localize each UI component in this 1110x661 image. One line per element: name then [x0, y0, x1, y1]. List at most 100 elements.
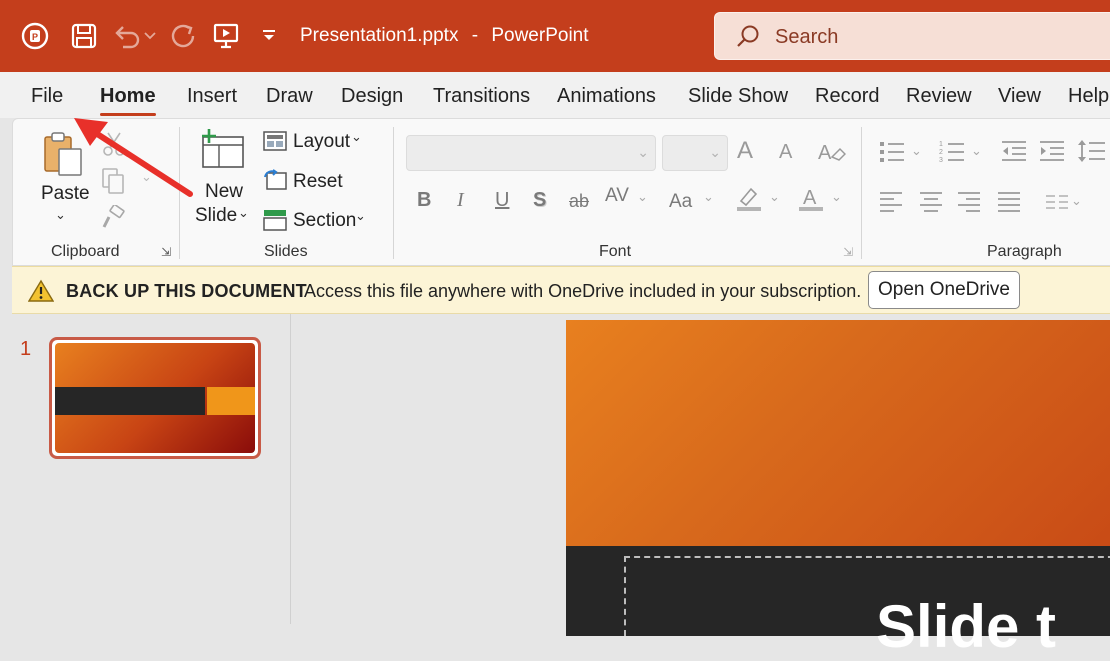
- highlight-color-icon[interactable]: [735, 185, 763, 218]
- save-icon[interactable]: [69, 20, 99, 52]
- svg-text:A: A: [818, 142, 832, 164]
- bullets-icon[interactable]: [879, 139, 905, 168]
- svg-text:1: 1: [939, 141, 943, 148]
- slide-number: 1: [20, 338, 32, 360]
- paragraph-group-label: Paragraph: [987, 243, 1062, 260]
- layout-icon[interactable]: [263, 131, 287, 156]
- tab-file[interactable]: File: [31, 85, 63, 108]
- thumbnail-preview: [55, 343, 255, 453]
- align-left-icon[interactable]: [879, 191, 903, 218]
- chevron-down-icon: ⌄: [637, 144, 649, 160]
- slide-top-background: [566, 320, 1110, 546]
- chevron-down-icon[interactable]: ⌄: [637, 189, 648, 205]
- clipboard-launcher-icon[interactable]: ⇲: [161, 245, 171, 259]
- reset-label[interactable]: Reset: [293, 171, 343, 193]
- font-launcher-icon[interactable]: ⇲: [843, 245, 853, 259]
- line-spacing-icon[interactable]: [1077, 139, 1107, 168]
- annotation-arrow-icon: [60, 108, 200, 213]
- slide-thumbnail-pane: 1: [0, 314, 291, 624]
- decrease-indent-icon[interactable]: [1001, 139, 1027, 168]
- chevron-down-icon[interactable]: ⌄: [1071, 193, 1082, 209]
- backup-notification-bar: BACK UP THIS DOCUMENT Access this file a…: [12, 266, 1110, 314]
- font-family-dropdown[interactable]: ⌄: [406, 135, 656, 171]
- svg-text:2: 2: [939, 149, 943, 156]
- new-slide-chevron-icon[interactable]: ⌄: [238, 205, 249, 221]
- tab-transitions[interactable]: Transitions: [433, 85, 530, 108]
- strikethrough-icon[interactable]: ab: [569, 191, 589, 212]
- tab-home[interactable]: Home: [100, 85, 156, 116]
- tab-animations[interactable]: Animations: [557, 85, 656, 108]
- clipboard-group-label: Clipboard: [51, 243, 120, 260]
- reset-icon[interactable]: [263, 169, 287, 196]
- svg-text:P: P: [32, 32, 38, 42]
- character-spacing-icon[interactable]: AV: [605, 185, 629, 207]
- slide-thumbnail[interactable]: [49, 337, 261, 459]
- undo-icon[interactable]: [112, 20, 142, 52]
- align-center-icon[interactable]: [919, 191, 943, 218]
- align-right-icon[interactable]: [957, 191, 981, 218]
- new-slide-label-line2[interactable]: Slide: [195, 205, 237, 227]
- tab-help[interactable]: Help: [1068, 85, 1109, 108]
- layout-chevron-icon[interactable]: ⌄: [351, 129, 362, 145]
- window-title: Presentation1.pptx - PowerPoint: [300, 25, 589, 47]
- warning-icon: [27, 279, 55, 308]
- powerpoint-logo-icon: P: [20, 20, 50, 52]
- clear-formatting-icon[interactable]: A: [818, 139, 847, 170]
- slide-title-text[interactable]: Slide t: [876, 592, 1056, 661]
- separator: [393, 127, 394, 259]
- font-group-label: Font: [599, 243, 632, 260]
- chevron-down-icon[interactable]: ⌄: [971, 143, 982, 159]
- chevron-down-icon: ⌄: [709, 144, 721, 160]
- columns-icon[interactable]: [1045, 193, 1069, 216]
- chevron-down-icon[interactable]: ⌄: [831, 189, 842, 205]
- app-name: PowerPoint: [491, 25, 589, 46]
- bold-icon[interactable]: B: [417, 189, 431, 212]
- tab-insert[interactable]: Insert: [187, 85, 237, 108]
- tab-record[interactable]: Record: [815, 85, 879, 108]
- italic-icon[interactable]: I: [457, 189, 464, 212]
- notification-title: BACK UP THIS DOCUMENT: [66, 281, 307, 301]
- title-bar: P Presentation1.pptx - PowerPoint Search: [0, 0, 1110, 72]
- section-chevron-icon[interactable]: ⌄: [355, 208, 366, 224]
- decrease-font-size-icon[interactable]: A: [779, 141, 792, 164]
- new-slide-label-line1[interactable]: New: [205, 181, 243, 203]
- change-case-icon[interactable]: Aa: [669, 191, 692, 213]
- open-onedrive-button[interactable]: Open OneDrive: [868, 271, 1020, 309]
- search-label: Search: [775, 26, 839, 48]
- tab-view[interactable]: View: [998, 85, 1041, 108]
- tab-slide-show[interactable]: Slide Show: [688, 85, 788, 108]
- increase-indent-icon[interactable]: [1039, 139, 1065, 168]
- layout-label[interactable]: Layout: [293, 131, 350, 153]
- section-label[interactable]: Section: [293, 210, 356, 232]
- slides-group-label: Slides: [264, 243, 308, 260]
- font-color-icon[interactable]: A: [797, 185, 825, 218]
- underline-icon[interactable]: U: [495, 189, 509, 212]
- font-size-dropdown[interactable]: ⌄: [662, 135, 728, 171]
- section-icon[interactable]: [263, 209, 287, 236]
- title-separator: -: [471, 25, 479, 46]
- chevron-down-icon[interactable]: ⌄: [911, 143, 922, 159]
- undo-dropdown-chevron-icon[interactable]: [140, 20, 160, 52]
- start-from-beginning-icon[interactable]: [211, 20, 241, 52]
- redo-icon[interactable]: [168, 20, 198, 52]
- notification-message: Access this file anywhere with OneDrive …: [304, 281, 862, 301]
- tab-review[interactable]: Review: [906, 85, 972, 108]
- chevron-down-icon[interactable]: ⌄: [769, 189, 780, 205]
- thumbnail-title-band: [55, 387, 205, 415]
- increase-font-size-icon[interactable]: A: [737, 137, 753, 165]
- chevron-down-icon[interactable]: ⌄: [703, 189, 714, 205]
- slide-canvas[interactable]: Slide t: [566, 320, 1110, 660]
- search-box[interactable]: Search: [714, 12, 1110, 60]
- tab-draw[interactable]: Draw: [266, 85, 313, 108]
- separator: [861, 127, 862, 259]
- numbering-icon[interactable]: 123: [939, 139, 965, 168]
- search-icon: [735, 24, 761, 55]
- text-shadow-icon[interactable]: S: [533, 189, 546, 212]
- svg-text:3: 3: [939, 157, 943, 163]
- tab-design[interactable]: Design: [341, 85, 403, 108]
- new-slide-icon[interactable]: [199, 129, 245, 174]
- svg-text:A: A: [803, 187, 817, 209]
- thumbnail-accent-band: [207, 387, 255, 415]
- customize-toolbar-icon[interactable]: [256, 20, 282, 52]
- justify-icon[interactable]: [997, 191, 1021, 218]
